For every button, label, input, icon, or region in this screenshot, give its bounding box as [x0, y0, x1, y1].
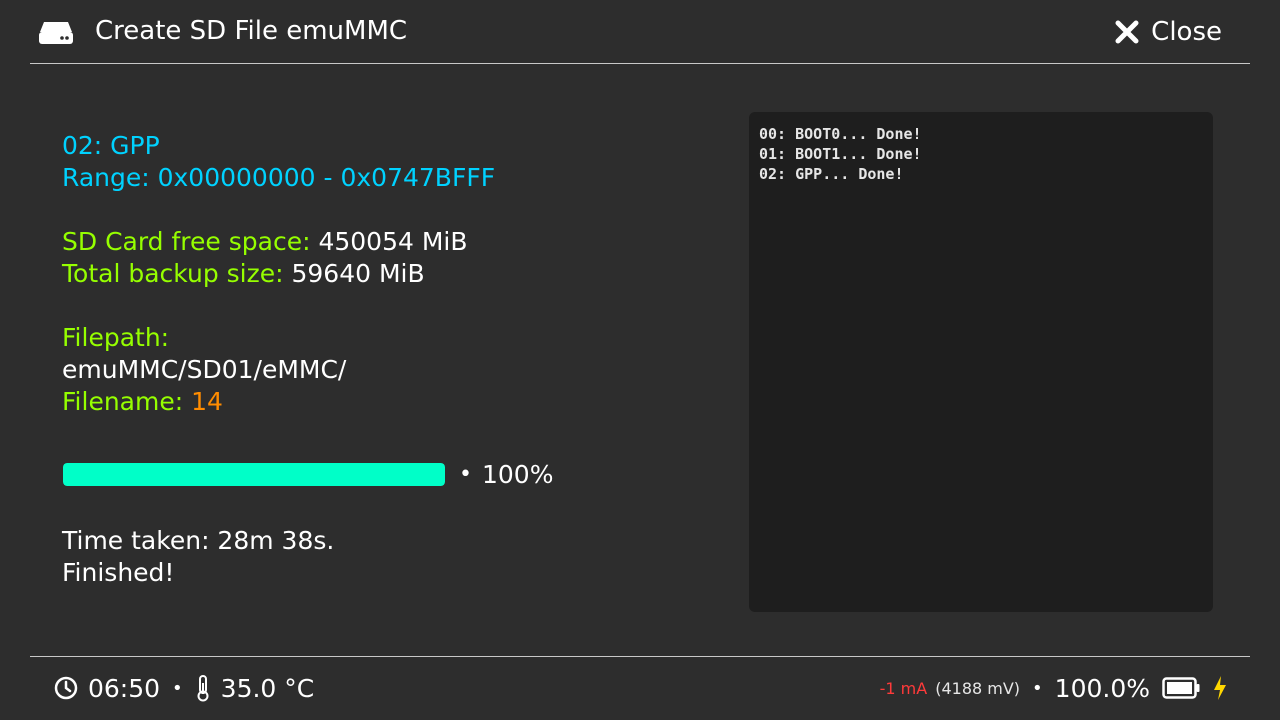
progress-bar: • 100%	[63, 460, 553, 489]
status-bar-left: 06:50 • 35.0 °C	[54, 672, 314, 704]
free-space-row: SD Card free space: 450054 MiB	[62, 226, 495, 258]
page-title: Create SD File emuMMC	[95, 16, 408, 46]
temperature: 35.0 °C	[220, 673, 315, 703]
separator-dot: •	[1032, 677, 1043, 699]
thermometer-icon	[197, 675, 209, 702]
range-label: Range: 0x00000000 - 0x0747BFFF	[62, 163, 496, 192]
filename-value: 14	[191, 387, 223, 416]
result-text: Finished!	[62, 558, 175, 587]
footer-divider	[30, 656, 1250, 657]
charging-bolt-icon	[1214, 676, 1226, 700]
log-panel: 00: BOOT0... Done! 01: BOOT1... Done! 02…	[749, 112, 1213, 612]
log-line: 00: BOOT0... Done!	[759, 125, 922, 143]
battery-current: -1 mA	[879, 678, 928, 698]
close-button[interactable]: Close	[1115, 14, 1222, 50]
filepath-value: emuMMC/SD01/eMMC/	[62, 355, 347, 384]
filename-row: Filename: 14	[62, 386, 495, 418]
log-line: 01: BOOT1... Done!	[759, 145, 922, 163]
filepath-label: Filepath:	[62, 323, 170, 352]
progress-percent: 100%	[481, 460, 554, 489]
battery-percent: 100.0%	[1054, 673, 1150, 703]
clock-icon	[54, 676, 78, 700]
progress-separator: •	[459, 462, 472, 487]
close-icon	[1115, 20, 1139, 44]
time-taken: Time taken: 28m 38s.	[62, 526, 335, 555]
backup-size-row: Total backup size: 59640 MiB	[62, 258, 495, 290]
separator-dot: •	[172, 677, 183, 699]
log-line: 02: GPP... Done!	[759, 165, 904, 183]
status-bar-right: -1 mA (4188 mV) • 100.0%	[880, 672, 1228, 704]
battery-icon	[1162, 677, 1200, 699]
backup-size-label: Total backup size:	[62, 259, 284, 288]
free-space-value: 450054 MiB	[318, 227, 468, 256]
drive-icon	[39, 22, 73, 44]
free-space-label: SD Card free space:	[62, 227, 311, 256]
backup-info: 02: GPP Range: 0x00000000 - 0x0747BFFF S…	[62, 130, 495, 418]
backup-size-value: 59640 MiB	[291, 259, 425, 288]
progress-fill	[63, 463, 445, 486]
progress-track	[63, 463, 445, 486]
status-block: Time taken: 28m 38s. Finished!	[62, 525, 334, 589]
partition-label: 02: GPP	[62, 131, 160, 160]
battery-voltage: (4188 mV)	[935, 678, 1021, 698]
filename-label: Filename:	[62, 387, 184, 416]
header-bar: Create SD File emuMMC Close	[0, 0, 1280, 64]
close-label: Close	[1151, 17, 1222, 47]
header-divider	[30, 63, 1250, 64]
clock-time: 06:50	[88, 673, 161, 703]
